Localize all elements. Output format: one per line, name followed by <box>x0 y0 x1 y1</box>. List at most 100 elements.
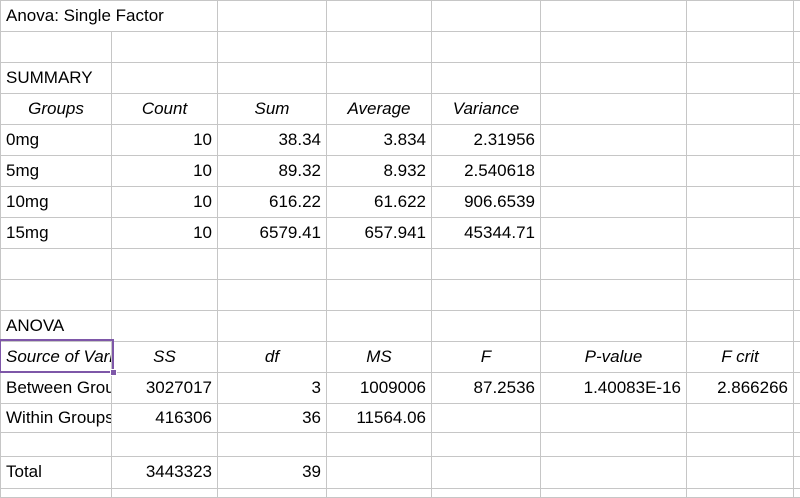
header-average[interactable]: Average <box>327 94 432 125</box>
cell-between-groups-df[interactable]: 3 <box>218 373 327 404</box>
cell-empty[interactable] <box>432 433 541 457</box>
cell-empty[interactable] <box>218 63 327 94</box>
cell-variance-5mg[interactable]: 2.540618 <box>432 156 541 187</box>
cell-empty[interactable] <box>327 489 432 498</box>
cell-empty[interactable] <box>327 1 432 32</box>
cell-empty[interactable] <box>327 280 432 311</box>
cell-variance-0mg[interactable]: 2.31956 <box>432 125 541 156</box>
cell-empty[interactable] <box>687 433 794 457</box>
cell-empty[interactable] <box>327 63 432 94</box>
cell-empty[interactable] <box>687 156 794 187</box>
cell-within-groups-ss[interactable]: 416306 <box>112 404 218 433</box>
cell-empty[interactable] <box>794 342 800 373</box>
cell-variance-10mg[interactable]: 906.6539 <box>432 187 541 218</box>
cell-empty[interactable] <box>327 32 432 63</box>
cell-empty[interactable] <box>541 125 687 156</box>
header-groups[interactable]: Groups <box>1 94 112 125</box>
cell-empty[interactable] <box>218 280 327 311</box>
cell-sum-5mg[interactable]: 89.32 <box>218 156 327 187</box>
cell-empty[interactable] <box>687 32 794 63</box>
cell-between-groups-ss[interactable]: 3027017 <box>112 373 218 404</box>
cell-empty[interactable] <box>687 125 794 156</box>
cell-empty[interactable] <box>112 32 218 63</box>
cell-average-5mg[interactable]: 8.932 <box>327 156 432 187</box>
cell-empty[interactable] <box>218 249 327 280</box>
cell-group-10mg[interactable]: 10mg <box>1 187 112 218</box>
cell-count-0mg[interactable]: 10 <box>112 125 218 156</box>
cell-sum-10mg[interactable]: 616.22 <box>218 187 327 218</box>
cell-empty[interactable] <box>218 1 327 32</box>
cell-empty[interactable] <box>794 457 800 489</box>
cell-empty[interactable] <box>1 32 112 63</box>
fill-handle[interactable] <box>110 369 117 376</box>
cell-count-15mg[interactable]: 10 <box>112 218 218 249</box>
cell-empty[interactable] <box>687 404 794 433</box>
header-df[interactable]: df <box>218 342 327 373</box>
cell-empty[interactable] <box>218 433 327 457</box>
cell-empty[interactable] <box>1 433 112 457</box>
cell-between-groups-pvalue[interactable]: 1.40083E-16 <box>541 373 687 404</box>
cell-total-df[interactable]: 39 <box>218 457 327 489</box>
cell-empty[interactable] <box>794 433 800 457</box>
cell-empty[interactable] <box>794 125 800 156</box>
cell-summary-label[interactable]: SUMMARY <box>1 63 112 94</box>
cell-empty[interactable] <box>687 489 794 498</box>
cell-group-5mg[interactable]: 5mg <box>1 156 112 187</box>
cell-sum-15mg[interactable]: 6579.41 <box>218 218 327 249</box>
cell-empty[interactable] <box>687 94 794 125</box>
cell-empty[interactable] <box>218 489 327 498</box>
cell-empty[interactable] <box>541 457 687 489</box>
cell-empty[interactable] <box>541 94 687 125</box>
cell-empty[interactable] <box>432 404 541 433</box>
cell-empty[interactable] <box>794 94 800 125</box>
cell-empty[interactable] <box>541 187 687 218</box>
cell-group-0mg[interactable]: 0mg <box>1 125 112 156</box>
cell-empty[interactable] <box>432 280 541 311</box>
cell-empty[interactable] <box>541 1 687 32</box>
cell-empty[interactable] <box>432 311 541 342</box>
cell-empty[interactable] <box>327 249 432 280</box>
cell-empty[interactable] <box>541 489 687 498</box>
cell-empty[interactable] <box>687 311 794 342</box>
cell-empty[interactable] <box>687 63 794 94</box>
cell-empty[interactable] <box>794 404 800 433</box>
cell-empty[interactable] <box>794 373 800 404</box>
cell-within-groups-label[interactable]: Within Groups <box>1 404 112 433</box>
cell-empty[interactable] <box>327 433 432 457</box>
cell-empty[interactable] <box>112 489 218 498</box>
cell-between-groups-label[interactable]: Between Groups <box>1 373 112 404</box>
cell-average-0mg[interactable]: 3.834 <box>327 125 432 156</box>
cell-empty[interactable] <box>218 311 327 342</box>
cell-average-10mg[interactable]: 61.622 <box>327 187 432 218</box>
cell-empty[interactable] <box>794 187 800 218</box>
header-variance[interactable]: Variance <box>432 94 541 125</box>
cell-empty[interactable] <box>687 187 794 218</box>
cell-empty[interactable] <box>794 280 800 311</box>
cell-empty[interactable] <box>794 32 800 63</box>
cell-empty[interactable] <box>432 457 541 489</box>
cell-empty[interactable] <box>541 156 687 187</box>
cell-empty[interactable] <box>687 457 794 489</box>
cell-empty[interactable] <box>541 63 687 94</box>
cell-empty[interactable] <box>541 433 687 457</box>
cell-average-15mg[interactable]: 657.941 <box>327 218 432 249</box>
cell-empty[interactable] <box>687 1 794 32</box>
cell-empty[interactable] <box>1 489 112 498</box>
cell-total-ss[interactable]: 3443323 <box>112 457 218 489</box>
cell-empty[interactable] <box>432 249 541 280</box>
cell-empty[interactable] <box>432 1 541 32</box>
cell-anova-label[interactable]: ANOVA <box>1 311 112 342</box>
cell-empty[interactable] <box>541 280 687 311</box>
cell-empty[interactable] <box>541 311 687 342</box>
cell-variance-15mg[interactable]: 45344.71 <box>432 218 541 249</box>
cell-empty[interactable] <box>687 280 794 311</box>
cell-within-groups-df[interactable]: 36 <box>218 404 327 433</box>
header-p-value[interactable]: P-value <box>541 342 687 373</box>
cell-empty[interactable] <box>112 433 218 457</box>
cell-empty[interactable] <box>112 63 218 94</box>
cell-between-groups-ms[interactable]: 1009006 <box>327 373 432 404</box>
cell-empty[interactable] <box>794 156 800 187</box>
cell-empty[interactable] <box>112 249 218 280</box>
cell-empty[interactable] <box>112 311 218 342</box>
cell-empty[interactable] <box>1 280 112 311</box>
